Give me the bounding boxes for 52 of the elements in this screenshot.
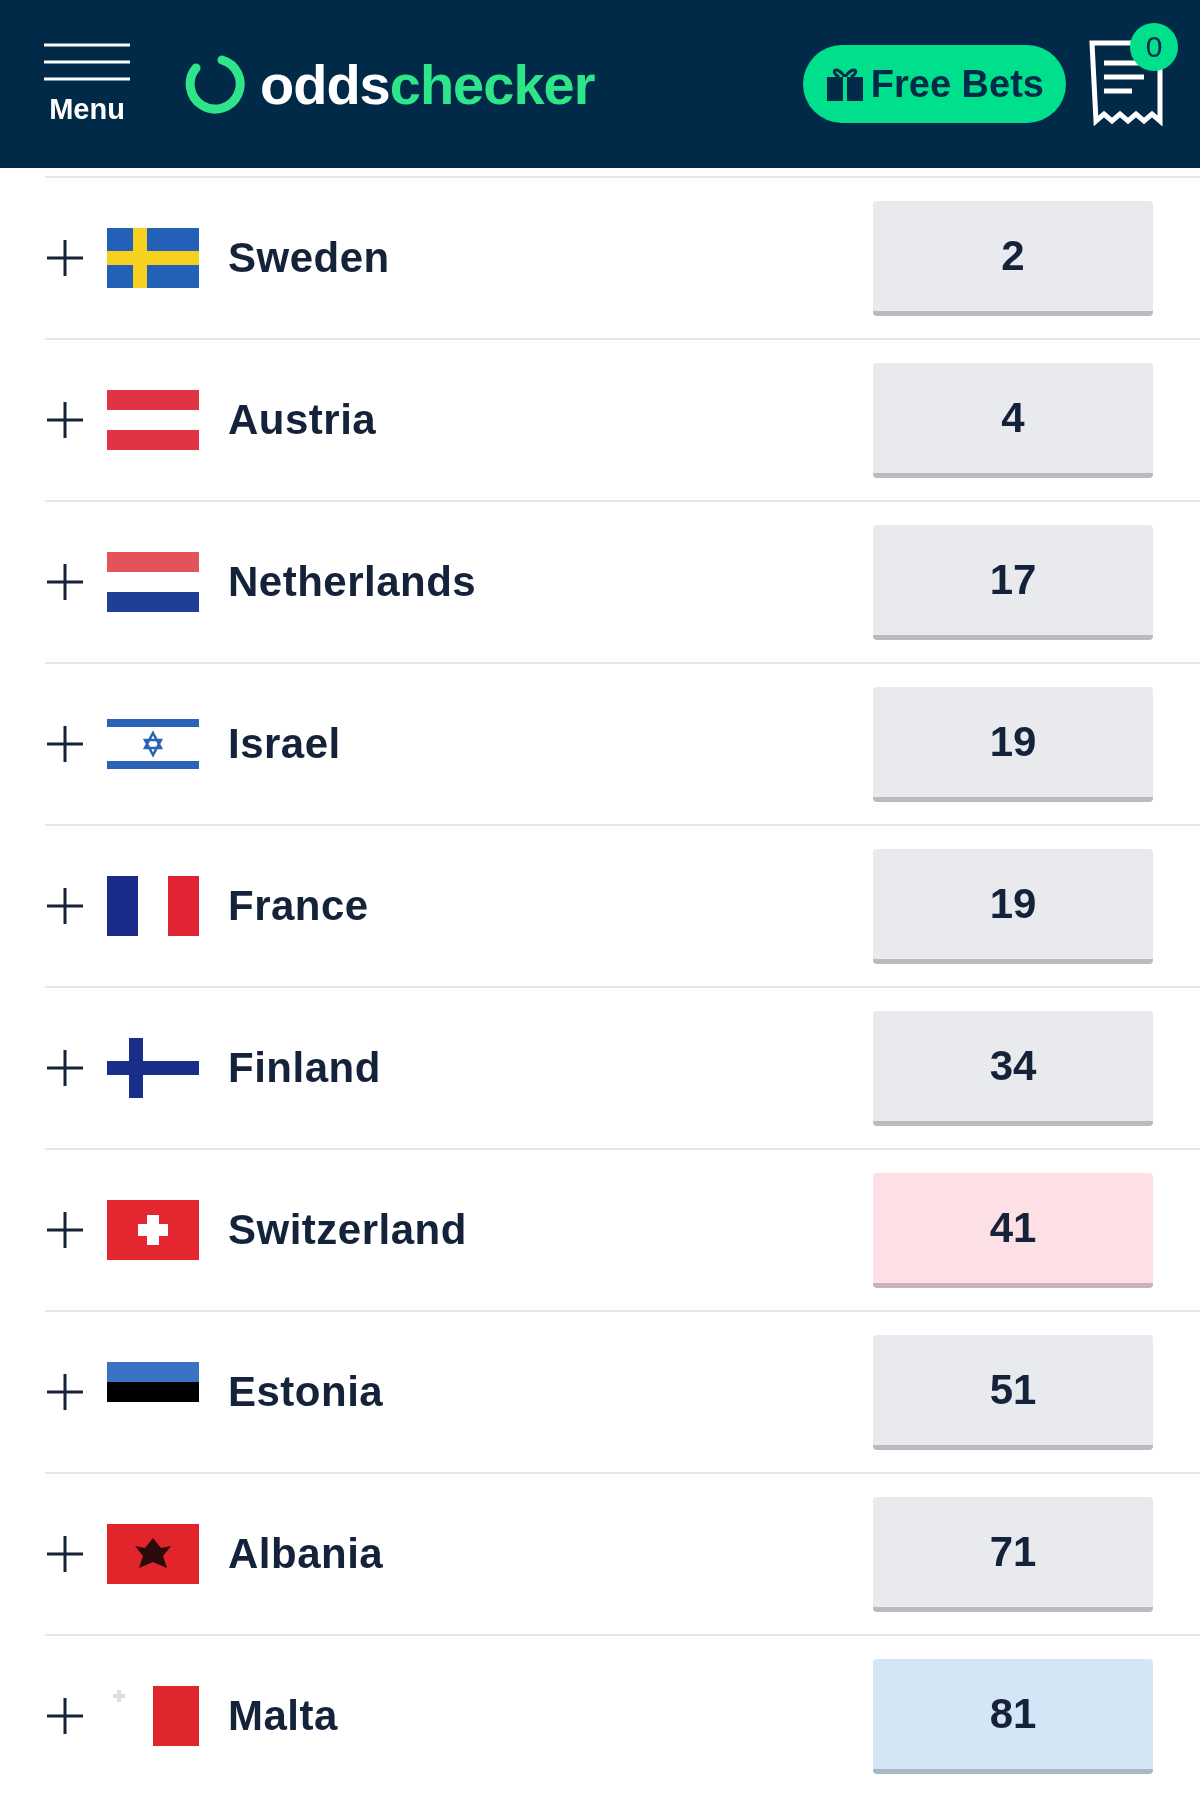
flag-icon	[107, 1038, 199, 1098]
expand-button[interactable]	[45, 1048, 85, 1088]
expand-button[interactable]	[45, 886, 85, 926]
plus-icon	[45, 886, 85, 926]
odds-button[interactable]: 4	[873, 362, 1153, 478]
country-name: Finland	[228, 1044, 381, 1092]
odds-button[interactable]: 34	[873, 1010, 1153, 1126]
logo-text[interactable]: oddschecker	[260, 51, 595, 117]
menu-icon	[44, 42, 130, 81]
country-name: Israel	[228, 720, 341, 768]
odds-button[interactable]: 71	[873, 1496, 1153, 1612]
plus-icon	[45, 1048, 85, 1088]
plus-icon	[45, 238, 85, 278]
expand-button[interactable]	[45, 238, 85, 278]
flag-icon	[107, 552, 199, 612]
odds-button[interactable]: 51	[873, 1334, 1153, 1450]
country-name: France	[228, 882, 369, 930]
country-name: Estonia	[228, 1368, 384, 1416]
flag-icon	[107, 1200, 199, 1260]
country-name: Malta	[228, 1692, 338, 1740]
odds-button[interactable]: 19	[873, 848, 1153, 964]
betslip-count-badge: 0	[1130, 23, 1178, 71]
free-bets-button[interactable]: Free Bets	[802, 45, 1066, 123]
flag-icon	[107, 876, 199, 936]
expand-button[interactable]	[45, 1696, 85, 1736]
menu-button[interactable]: Menu	[44, 42, 130, 126]
plus-icon	[45, 1696, 85, 1736]
plus-icon	[45, 400, 85, 440]
expand-button[interactable]	[45, 724, 85, 764]
expand-button[interactable]	[45, 400, 85, 440]
flag-icon	[107, 228, 199, 288]
country-name: Albania	[228, 1530, 384, 1578]
plus-icon	[45, 1210, 85, 1250]
odds-button[interactable]: 17	[873, 524, 1153, 640]
odds-button[interactable]: 19	[873, 686, 1153, 802]
expand-button[interactable]	[45, 562, 85, 602]
odds-button[interactable]: 2	[873, 200, 1153, 316]
plus-icon	[45, 724, 85, 764]
flag-icon	[107, 390, 199, 450]
flag-icon	[107, 1524, 199, 1584]
plus-icon	[45, 562, 85, 602]
expand-button[interactable]	[45, 1372, 85, 1412]
country-name: Netherlands	[228, 558, 477, 606]
expand-button[interactable]	[45, 1534, 85, 1574]
country-name: Austria	[228, 396, 377, 444]
country-name: Sweden	[228, 234, 390, 282]
country-name: Switzerland	[228, 1206, 467, 1254]
odds-button[interactable]: 41	[873, 1172, 1153, 1288]
expand-button[interactable]	[45, 1210, 85, 1250]
plus-icon	[45, 1534, 85, 1574]
odds-button[interactable]: 81	[873, 1658, 1153, 1774]
plus-icon	[45, 1372, 85, 1412]
